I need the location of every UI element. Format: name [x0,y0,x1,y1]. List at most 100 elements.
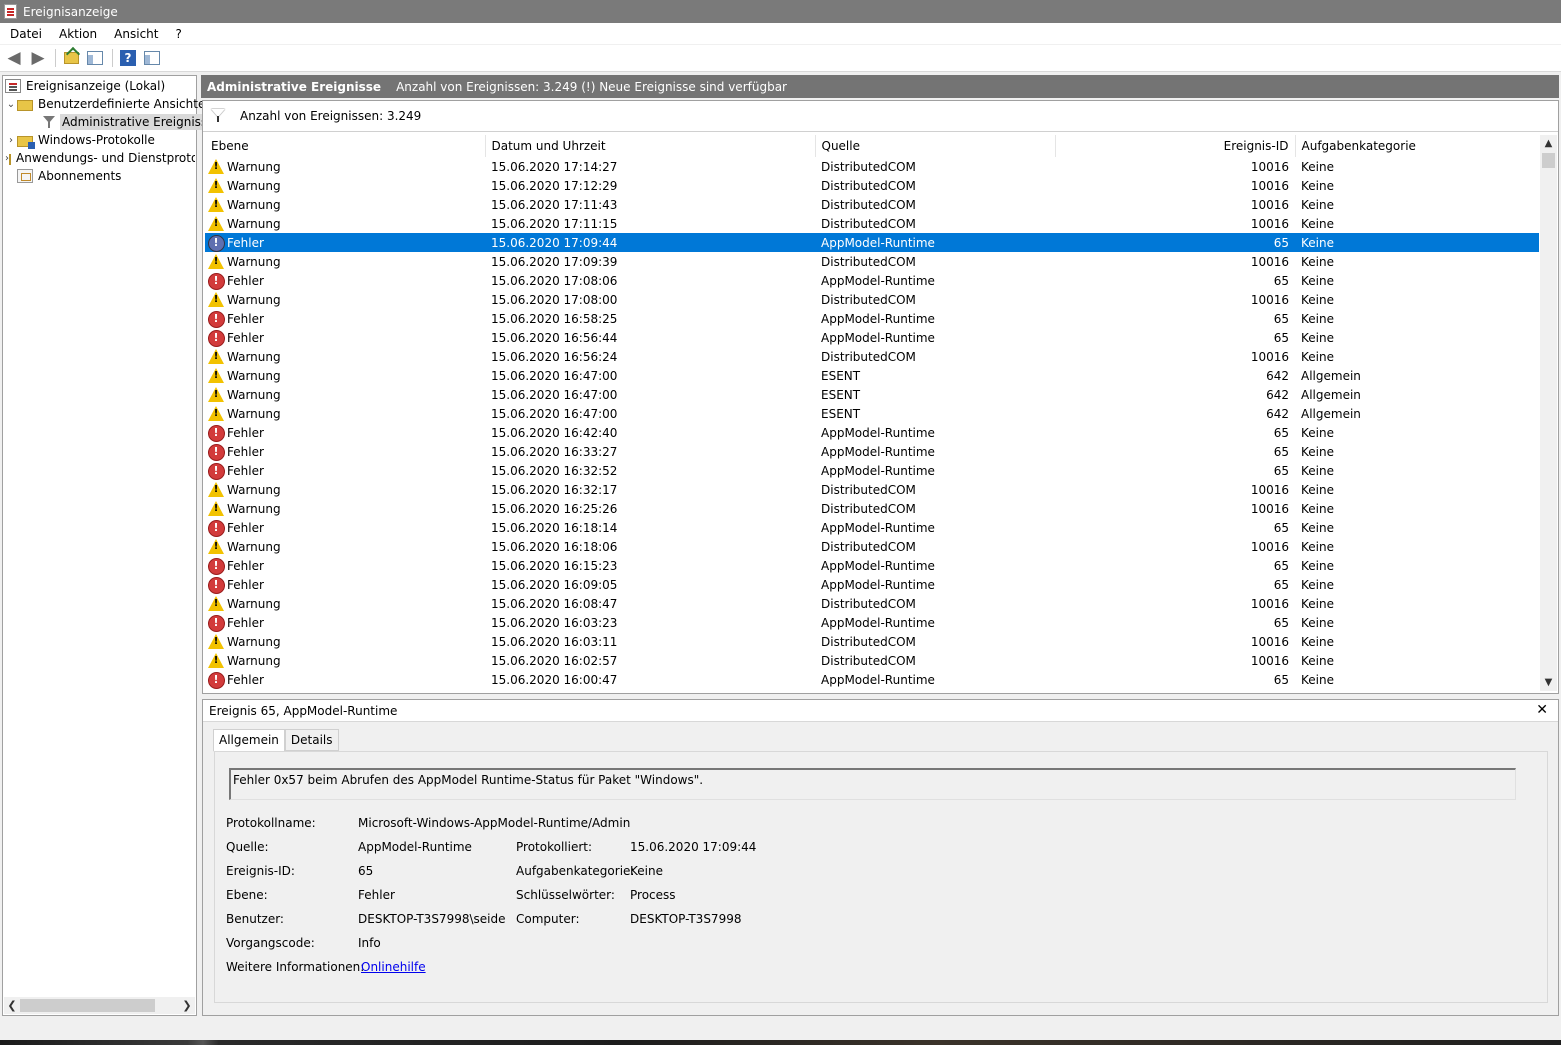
level-wrapper: Warnung [208,596,479,611]
scroll-down-icon[interactable]: ▼ [1540,674,1557,691]
table-row[interactable]: Warnung 15.06.2020 17:08:00 DistributedCOM… [205,290,1539,309]
cell-level: Warnung [205,480,485,499]
value-level[interactable]: Fehler [358,888,395,902]
up-folder-button[interactable] [61,48,81,68]
scroll-right-icon[interactable]: ❯ [179,999,195,1012]
table-row[interactable]: Warnung 15.06.2020 17:14:27 DistributedCOM… [205,157,1539,176]
cell-event-id: 65 [1273,311,1289,326]
tab-details[interactable]: Details [284,729,339,751]
show-hide-action-pane-button[interactable] [142,48,162,68]
level-text: Warnung [227,406,281,421]
level-text: Warnung [227,387,281,402]
table-row[interactable]: Fehler 15.06.2020 16:15:23 AppModel-Runtim… [205,556,1539,575]
tree-item-subscriptions[interactable]: Abonnements [17,167,123,185]
event-message[interactable]: Fehler 0x57 beim Abrufen des AppModel Ru… [229,768,1516,800]
table-row[interactable]: Warnung 15.06.2020 16:47:00 ESENT 642 Allgem… [205,404,1539,423]
warning-triangle-icon [208,197,224,212]
table-row[interactable]: Warnung 15.06.2020 17:12:29 DistributedCOM… [205,176,1539,195]
label-user: Benutzer: [226,912,284,926]
scroll-track[interactable] [20,999,179,1012]
level-wrapper: Fehler [208,672,479,689]
table-row[interactable]: Warnung 15.06.2020 16:02:57 DistributedCOM… [205,651,1539,670]
tree-horizontal-scrollbar[interactable]: ❮ ❯ [4,997,195,1014]
tree-item-admin-events[interactable]: Administrative Ereignisse [41,113,217,131]
column-header-task-category[interactable]: Aufgabenkategorie [1295,135,1539,157]
value-user[interactable]: DESKTOP-T3S7998\seide [358,912,506,926]
cell-level: Fehler [205,575,485,594]
value-log-name[interactable]: Microsoft-Windows-AppModel-Runtime/Admin [358,816,630,830]
table-row[interactable]: Fehler 15.06.2020 17:09:44AppModel-Runtim… [205,233,1539,252]
cell-level: Fehler [205,518,485,537]
table-row[interactable]: Fehler 15.06.2020 16:58:25 AppModel-Runtim… [205,309,1539,328]
level-text: Fehler [227,558,264,573]
chevron-down-icon[interactable]: ⌄ [5,99,17,110]
tree-item-root[interactable]: Ereignisanzeige (Lokal) [5,77,167,95]
table-row[interactable]: Warnung 15.06.2020 16:25:26 DistributedCOM… [205,499,1539,518]
value-opcode[interactable]: Info [358,936,381,950]
value-source[interactable]: AppModel-Runtime [358,840,472,854]
menu-action[interactable]: Aktion [53,27,103,41]
value-logged[interactable]: 15.06.2020 17:09:44 [630,840,756,854]
table-row[interactable]: Warnung 15.06.2020 16:03:11 DistributedCOM… [205,632,1539,651]
table-row[interactable]: Warnung 15.06.2020 16:18:06 DistributedCOM… [205,537,1539,556]
cell-date: 15.06.2020 16:56:44 [491,330,618,345]
table-row[interactable]: Fehler 15.06.2020 16:00:47 AppModel-Runtim… [205,670,1539,689]
table-row[interactable]: Warnung 15.06.2020 16:56:24 DistributedCOM… [205,347,1539,366]
tab-general[interactable]: Allgemein [213,729,285,752]
value-task-category[interactable]: Keine [630,864,663,878]
tree-item-windows-logs[interactable]: › Windows-Protokolle [5,131,157,149]
scroll-left-icon[interactable]: ❮ [4,999,20,1012]
level-text: Fehler [227,273,264,288]
show-hide-tree-button[interactable] [85,48,105,68]
table-row[interactable]: Fehler 15.06.2020 16:56:44 AppModel-Runtim… [205,328,1539,347]
forward-button[interactable]: ▶ [28,48,48,68]
column-header-event-id[interactable]: Ereignis-ID [1055,135,1296,157]
column-header-date[interactable]: Datum und Uhrzeit [485,135,816,157]
scroll-thumb[interactable] [20,999,155,1012]
level-text: Fehler [227,444,264,459]
table-row[interactable]: Fehler 15.06.2020 16:09:05 AppModel-Runtim… [205,575,1539,594]
table-row[interactable]: Fehler 15.06.2020 16:33:27 AppModel-Runtim… [205,442,1539,461]
table-row[interactable]: Warnung 15.06.2020 16:47:00 ESENT 642 Allgem… [205,385,1539,404]
column-header-source[interactable]: Quelle [815,135,1056,157]
table-row[interactable]: Fehler 15.06.2020 16:18:14 AppModel-Runtim… [205,518,1539,537]
warning-triangle-icon [208,159,224,174]
close-icon[interactable]: ✕ [1536,702,1548,718]
help-button[interactable]: ? [118,48,138,68]
table-row[interactable]: Fehler 15.06.2020 16:32:52 AppModel-Runtim… [205,461,1539,480]
menu-view[interactable]: Ansicht [108,27,164,41]
table-row[interactable]: Warnung 15.06.2020 17:11:43 DistributedCOM… [205,195,1539,214]
warning-triangle-icon [208,596,224,611]
scroll-thumb[interactable] [1542,153,1555,168]
warning-triangle-icon [208,634,224,649]
cell-level: Fehler [205,613,485,632]
chevron-right-icon[interactable]: › [5,135,17,146]
table-row[interactable]: Fehler 15.06.2020 16:42:40 AppModel-Runtim… [205,423,1539,442]
value-computer[interactable]: DESKTOP-T3S7998 [630,912,741,926]
table-row[interactable]: Warnung 15.06.2020 17:09:39 DistributedCOM… [205,252,1539,271]
cell-date: 15.06.2020 16:00:47 [491,672,618,687]
menu-file[interactable]: Datei [4,27,48,41]
table-row[interactable]: Fehler 15.06.2020 16:03:23 AppModel-Runtim… [205,613,1539,632]
scroll-up-icon[interactable]: ▲ [1540,135,1557,152]
cell-event-id: 65 [1273,520,1289,535]
column-header-level[interactable]: Ebene [205,135,486,157]
level-text: Warnung [227,539,281,554]
value-event-id[interactable]: 65 [358,864,373,878]
menu-help[interactable]: ? [169,27,187,41]
tree-item-custom-views[interactable]: ⌄ Benutzerdefinierte Ansichten [5,95,215,113]
level-wrapper: Fehler [208,463,479,480]
event-list-vertical-scrollbar[interactable]: ▲ ▼ [1540,135,1557,691]
toolbar-separator [55,49,56,67]
cell-date: 15.06.2020 16:32:52 [491,463,618,478]
value-keywords[interactable]: Process [630,888,676,902]
back-button[interactable]: ◀ [4,48,24,68]
table-row[interactable]: Warnung 15.06.2020 17:11:15 DistributedCOM… [205,214,1539,233]
cell-source: DistributedCOM [821,501,916,516]
tree-item-app-logs[interactable]: › Anwendungs- und Dienstprotokolle [5,149,195,167]
table-row[interactable]: Warnung 15.06.2020 16:32:17 DistributedCOM… [205,480,1539,499]
table-row[interactable]: Warnung 15.06.2020 16:08:47 DistributedCOM… [205,594,1539,613]
online-help-link[interactable]: Onlinehilfe [361,960,426,974]
table-row[interactable]: Fehler 15.06.2020 17:08:06 AppModel-Runtim… [205,271,1539,290]
table-row[interactable]: Warnung 15.06.2020 16:47:00 ESENT 642 Allgem… [205,366,1539,385]
